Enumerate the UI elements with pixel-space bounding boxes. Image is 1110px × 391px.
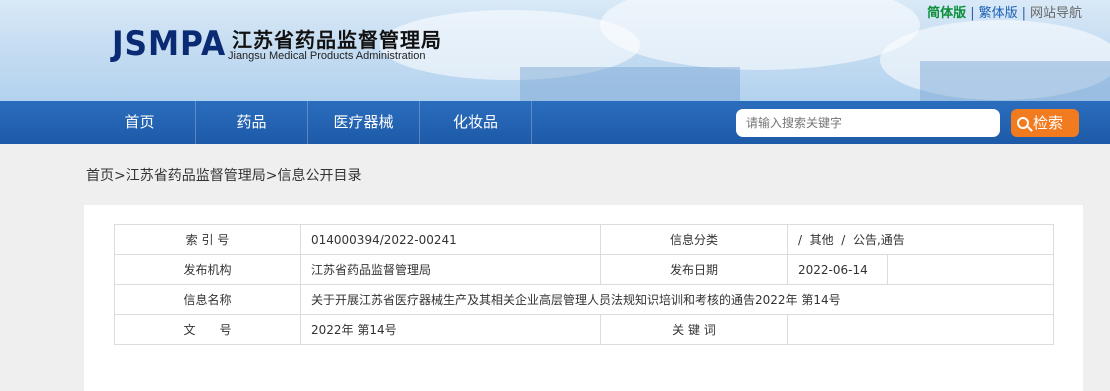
org-name-cn: 江苏省药品监督管理局 bbox=[232, 28, 442, 52]
name-value: 关于开展江苏省医疗器械生产及其相关企业高层管理人员法规知识培训和考核的通告202… bbox=[300, 284, 1054, 315]
table-row: 索 引 号 014000394/2022-00241 信息分类 / 其他 / 公… bbox=[114, 224, 1054, 255]
sitemap-link[interactable]: 网站导航 bbox=[1030, 2, 1082, 21]
breadcrumb[interactable]: 首页>江苏省药品监督管理局>信息公开目录 bbox=[86, 165, 361, 185]
simplified-link[interactable]: 简体版 bbox=[927, 2, 966, 21]
keywords-label: 关 键 词 bbox=[600, 314, 788, 345]
date-label: 发布日期 bbox=[600, 254, 788, 285]
nav-item-home[interactable]: 首页 bbox=[84, 101, 196, 144]
table-row: 发布机构 江苏省药品监督管理局 发布日期 2022-06-14 bbox=[114, 254, 1054, 285]
publisher-value: 江苏省药品监督管理局 bbox=[300, 254, 601, 285]
header-banner: JSMPA 江苏省药品监督管理局 Jiangsu Medical Product… bbox=[0, 0, 1110, 101]
banner-cloud bbox=[600, 0, 920, 70]
publisher-label: 发布机构 bbox=[114, 254, 301, 285]
nav-item-cosmetics[interactable]: 化妆品 bbox=[420, 101, 532, 144]
banner-skyline bbox=[520, 67, 740, 101]
traditional-link[interactable]: 繁体版 bbox=[979, 2, 1018, 21]
index-value: 014000394/2022-00241 bbox=[300, 224, 601, 255]
date-value: 2022-06-14 bbox=[786, 254, 889, 285]
nav-item-drugs[interactable]: 药品 bbox=[196, 101, 308, 144]
table-row: 信息名称 关于开展江苏省医疗器械生产及其相关企业高层管理人员法规知识培训和考核的… bbox=[114, 284, 1054, 315]
link-separator: | bbox=[1021, 6, 1026, 21]
main-nav: 首页 药品 医疗器械 化妆品 检索 bbox=[0, 101, 1110, 144]
org-name-en: Jiangsu Medical Products Administration bbox=[228, 50, 426, 62]
nav-item-medical-devices[interactable]: 医疗器械 bbox=[308, 101, 420, 144]
content-panel: 索 引 号 014000394/2022-00241 信息分类 / 其他 / 公… bbox=[84, 205, 1083, 391]
search-input[interactable] bbox=[736, 109, 1000, 137]
empty-cell bbox=[887, 254, 1054, 285]
docno-value: 2022年 第14号 bbox=[300, 314, 601, 345]
banner-skyline bbox=[920, 61, 1110, 101]
info-table: 索 引 号 014000394/2022-00241 信息分类 / 其他 / 公… bbox=[114, 224, 1054, 345]
name-label: 信息名称 bbox=[114, 284, 301, 315]
category-value: / 其他 / 公告,通告 bbox=[787, 224, 1054, 255]
index-label: 索 引 号 bbox=[114, 224, 301, 255]
search-button-label: 检索 bbox=[1033, 114, 1064, 132]
search-icon bbox=[1017, 117, 1029, 129]
keywords-value bbox=[787, 314, 1054, 345]
docno-label: 文 号 bbox=[114, 314, 301, 345]
logo-mark[interactable]: JSMPA bbox=[112, 24, 226, 64]
search-button[interactable]: 检索 bbox=[1011, 109, 1079, 137]
top-links: 简体版 | 繁体版 | 网站导航 bbox=[927, 2, 1082, 21]
link-separator: | bbox=[970, 6, 975, 21]
category-label: 信息分类 bbox=[600, 224, 788, 255]
table-row: 文 号 2022年 第14号 关 键 词 bbox=[114, 314, 1054, 345]
